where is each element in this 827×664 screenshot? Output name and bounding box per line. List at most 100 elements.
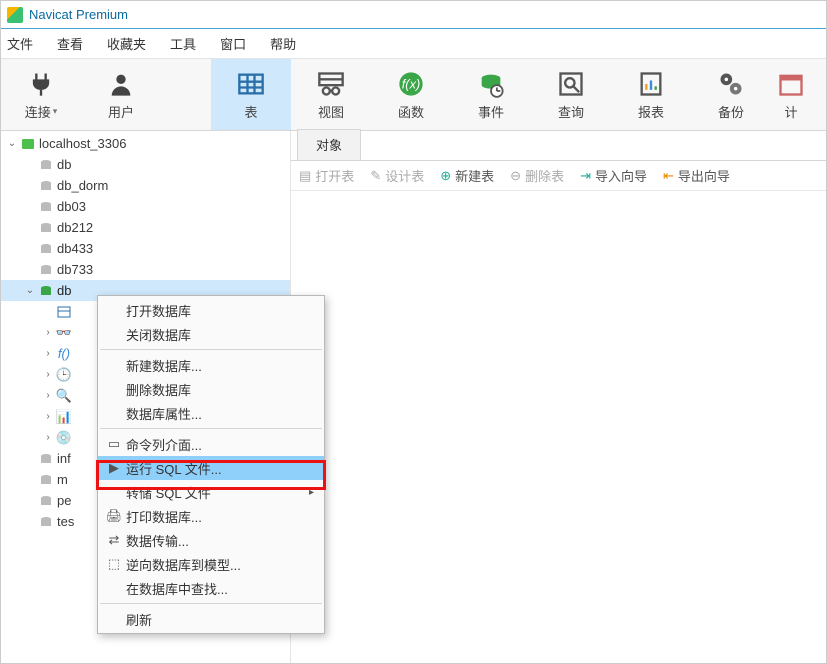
database-icon (37, 242, 55, 256)
database-icon (37, 263, 55, 277)
design-table-button[interactable]: ✎设计表 (370, 166, 424, 185)
function-icon: f(x) (395, 68, 427, 100)
menu-file[interactable]: 文件 (7, 34, 33, 53)
user-icon (105, 68, 137, 100)
ctx-open-database[interactable]: 打开数据库 (98, 298, 324, 322)
backup-icon (715, 68, 747, 100)
model-icon: ⬚ (102, 556, 126, 572)
toolbar-view[interactable]: 视图 (291, 59, 371, 130)
tree-db[interactable]: db03 (1, 196, 290, 217)
table-icon (55, 306, 73, 318)
ctx-delete-database[interactable]: 删除数据库 (98, 377, 324, 401)
toolbar-table[interactable]: 表 (211, 59, 291, 130)
app-icon (7, 7, 23, 23)
ctx-data-transfer[interactable]: ⇄数据传输... (98, 528, 324, 552)
plug-icon (25, 68, 57, 100)
toolbar-event[interactable]: 事件 (451, 59, 531, 130)
delete-table-button[interactable]: ⊖删除表 (510, 166, 564, 185)
submenu-arrow-icon: ▸ (309, 487, 314, 498)
tab-objects[interactable]: 对象 (297, 129, 361, 160)
database-icon (37, 494, 55, 508)
ctx-dump-sql-file[interactable]: 转储 SQL 文件▸ (98, 480, 324, 504)
chevron-down-icon: ▾ (53, 106, 58, 117)
database-icon (37, 158, 55, 172)
separator (100, 428, 322, 429)
import-icon: ⇥ (580, 168, 591, 184)
expand-icon[interactable]: › (41, 369, 55, 380)
ctx-command-line[interactable]: ▭命令列介面... (98, 432, 324, 456)
ctx-reverse-to-model[interactable]: ⬚逆向数据库到模型... (98, 552, 324, 576)
tree-db[interactable]: db_dorm (1, 175, 290, 196)
toolbar-report[interactable]: 报表 (611, 59, 691, 130)
backup-icon: 💿 (55, 430, 73, 446)
tree-db[interactable]: db (1, 154, 290, 175)
transfer-icon: ⇄ (102, 532, 126, 548)
toolbar-backup[interactable]: 备份 (691, 59, 771, 130)
views-icon: 👓 (55, 325, 73, 341)
separator (100, 349, 322, 350)
event-icon (475, 68, 507, 100)
title-bar: Navicat Premium (1, 1, 826, 29)
calendar-icon (775, 68, 807, 100)
object-tabs: 对象 (291, 131, 826, 161)
ctx-close-database[interactable]: 关闭数据库 (98, 322, 324, 346)
menu-favorites[interactable]: 收藏夹 (107, 34, 146, 53)
svg-text:f(x): f(x) (402, 77, 421, 92)
toolbar-schedule[interactable]: 计 (771, 59, 811, 130)
database-icon (37, 515, 55, 529)
database-icon (37, 473, 55, 487)
collapse-icon[interactable]: ⌄ (23, 285, 37, 296)
design-table-icon: ✎ (370, 168, 381, 184)
toolbar-query[interactable]: 查询 (531, 59, 611, 130)
report-icon (635, 68, 667, 100)
main-toolbar: 连接▾ 用户 表 视图 f(x) 函数 事件 查询 (1, 59, 826, 131)
separator (100, 603, 322, 604)
view-icon (315, 68, 347, 100)
menu-help[interactable]: 帮助 (270, 34, 296, 53)
database-icon (37, 179, 55, 193)
export-icon: ⇤ (663, 168, 674, 184)
expand-icon[interactable]: › (41, 390, 55, 401)
database-open-icon (37, 284, 55, 298)
new-table-button[interactable]: ⊕新建表 (440, 166, 494, 185)
tree-db[interactable]: db733 (1, 259, 290, 280)
expand-icon[interactable]: › (41, 327, 55, 338)
minus-icon: ⊖ (510, 168, 521, 184)
ctx-database-properties[interactable]: 数据库属性... (98, 401, 324, 425)
object-toolbar: ▤打开表 ✎设计表 ⊕新建表 ⊖删除表 ⇥导入向导 ⇤导出向导 (291, 161, 826, 191)
ctx-new-database[interactable]: 新建数据库... (98, 353, 324, 377)
content-pane: 对象 ▤打开表 ✎设计表 ⊕新建表 ⊖删除表 ⇥导入向导 ⇤导出向导 (291, 131, 826, 663)
plus-icon: ⊕ (440, 168, 451, 184)
open-table-button[interactable]: ▤打开表 (299, 166, 354, 185)
server-icon (19, 137, 37, 151)
tree-connection[interactable]: ⌄ localhost_3306 (1, 133, 290, 154)
ctx-find-in-database[interactable]: 在数据库中查找... (98, 576, 324, 600)
table-icon (235, 68, 267, 100)
expand-icon[interactable]: › (41, 432, 55, 443)
console-icon: ▭ (102, 436, 126, 452)
database-icon (37, 200, 55, 214)
query-icon (555, 68, 587, 100)
tree-db[interactable]: db212 (1, 217, 290, 238)
ctx-refresh[interactable]: 刷新 (98, 607, 324, 631)
ctx-run-sql-file[interactable]: ▶运行 SQL 文件... (98, 456, 324, 480)
menu-tools[interactable]: 工具 (170, 34, 196, 53)
collapse-icon[interactable]: ⌄ (5, 138, 19, 149)
expand-icon[interactable]: › (41, 348, 55, 359)
menu-window[interactable]: 窗口 (220, 34, 246, 53)
toolbar-user[interactable]: 用户 (81, 59, 161, 130)
menu-view[interactable]: 查看 (57, 34, 83, 53)
tree-db[interactable]: db433 (1, 238, 290, 259)
database-icon (37, 221, 55, 235)
toolbar-connection[interactable]: 连接▾ (1, 59, 81, 130)
expand-icon[interactable]: › (41, 411, 55, 422)
ctx-print-database[interactable]: 🖨打印数据库... (98, 504, 324, 528)
function-icon: f() (55, 346, 73, 361)
export-wizard-button[interactable]: ⇤导出向导 (663, 166, 730, 185)
database-icon (37, 452, 55, 466)
toolbar-function[interactable]: f(x) 函数 (371, 59, 451, 130)
run-sql-icon: ▶ (102, 460, 126, 476)
query-icon: 🔍 (55, 388, 73, 404)
import-wizard-button[interactable]: ⇥导入向导 (580, 166, 647, 185)
open-table-icon: ▤ (299, 168, 311, 184)
